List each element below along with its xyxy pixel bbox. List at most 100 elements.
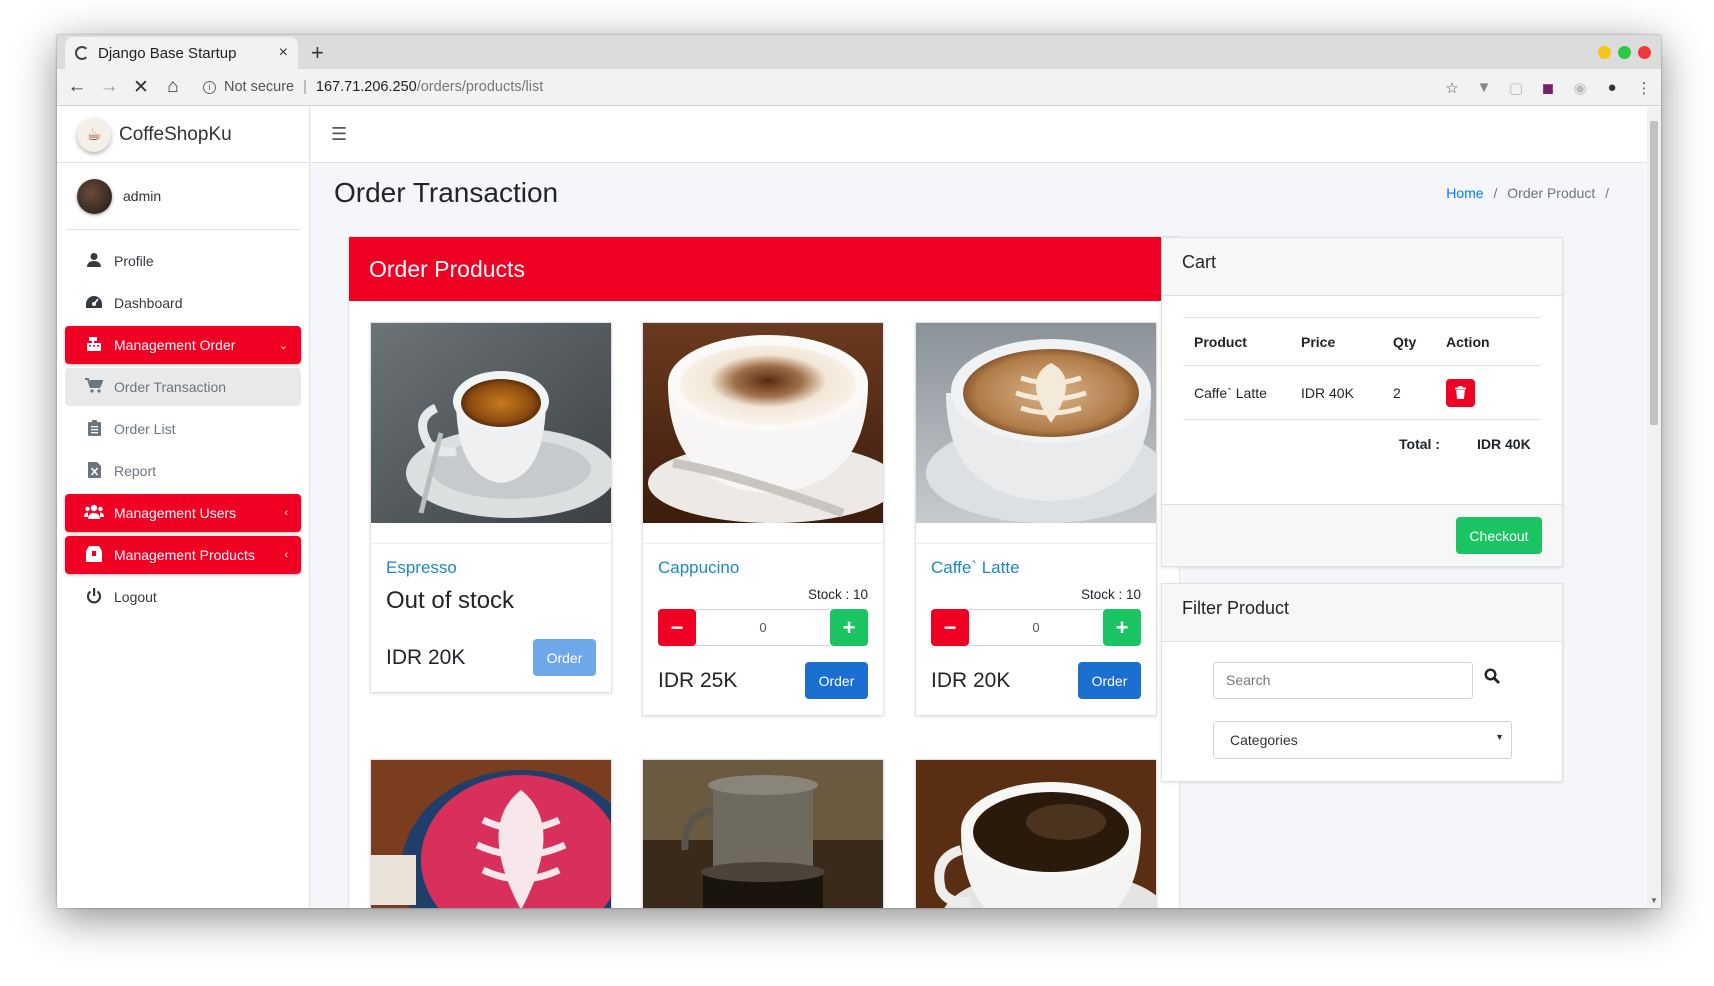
decrement-button[interactable]: − bbox=[658, 609, 696, 646]
sidebar-item-management-users[interactable]: Management Users ‹ bbox=[65, 494, 301, 532]
quantity-input[interactable]: 0 bbox=[696, 609, 830, 646]
product-name[interactable]: Cappucino bbox=[658, 558, 868, 578]
trash-icon bbox=[1455, 386, 1466, 399]
categories-select[interactable]: Categories ▼ bbox=[1213, 721, 1512, 759]
breadcrumb-home-link[interactable]: Home bbox=[1446, 185, 1483, 201]
browser-toolbar: ← → ✕ ⌂ i Not secure | 167.71.206.250 /o… bbox=[57, 69, 1661, 106]
cart-icon bbox=[83, 378, 105, 396]
cart-action-cell bbox=[1444, 378, 1541, 407]
maximize-button[interactable] bbox=[1618, 46, 1631, 59]
app-page: ☕ CoffeShopKu admin Profile Dashboard Ma… bbox=[57, 107, 1661, 908]
forward-arrow-icon[interactable]: → bbox=[93, 76, 125, 98]
order-button[interactable]: Order bbox=[805, 662, 868, 699]
users-icon bbox=[83, 504, 105, 522]
main-content: ☰ Order Transaction Home / Order Product… bbox=[311, 107, 1661, 908]
file-excel-icon bbox=[83, 461, 105, 481]
sidebar-item-logout[interactable]: Logout bbox=[65, 578, 301, 616]
increment-button[interactable]: + bbox=[1103, 609, 1141, 646]
product-card-caffe-latte: Caffe` Latte Stock : 10 − 0 + IDR 20K Or… bbox=[915, 322, 1157, 716]
sidebar-item-label: Dashboard bbox=[114, 295, 183, 311]
table-row: Caffe` Latte IDR 40K 2 bbox=[1183, 365, 1541, 419]
product-card-cappucino: Cappucino Stock : 10 − 0 + IDR 25K Order bbox=[642, 322, 884, 716]
increment-button[interactable]: + bbox=[830, 609, 868, 646]
search-icon[interactable] bbox=[1484, 668, 1506, 690]
sidebar-item-report[interactable]: Report bbox=[65, 452, 301, 490]
order-products-card: Order Products Espresso Out of stock IDR… bbox=[349, 237, 1179, 908]
sidebar-item-management-order[interactable]: Management Order ⌄ bbox=[65, 326, 301, 364]
decrement-button[interactable]: − bbox=[931, 609, 969, 646]
vue-devtools-icon[interactable]: ▼ bbox=[1475, 79, 1493, 96]
browser-tab[interactable]: Django Base Startup × bbox=[65, 37, 298, 69]
filter-product-card: Filter Product Search Categories ▼ bbox=[1161, 583, 1563, 782]
quantity-stepper: − 0 + bbox=[931, 609, 1141, 646]
column-header: Price bbox=[1301, 333, 1336, 350]
sidebar-item-dashboard[interactable]: Dashboard bbox=[65, 284, 301, 322]
product-card bbox=[642, 759, 884, 908]
address-bar[interactable]: i Not secure | 167.71.206.250 /orders/pr… bbox=[203, 79, 543, 95]
breadcrumb-separator: / bbox=[1605, 185, 1609, 201]
close-tab-icon[interactable]: × bbox=[279, 44, 288, 62]
total-value: IDR 40K bbox=[1477, 436, 1531, 452]
quantity-input[interactable]: 0 bbox=[969, 609, 1103, 646]
sidebar-item-profile[interactable]: Profile bbox=[65, 242, 301, 280]
loading-spinner-icon bbox=[75, 46, 89, 60]
product-card bbox=[370, 759, 612, 908]
order-button[interactable]: Order bbox=[533, 639, 596, 676]
cart-footer: Checkout bbox=[1162, 504, 1562, 566]
menu-toggle-icon[interactable]: ☰ bbox=[331, 124, 347, 145]
cappucino-image bbox=[643, 323, 883, 523]
tab-strip: Django Base Startup × + bbox=[57, 35, 1661, 69]
user-panel[interactable]: admin bbox=[66, 163, 300, 230]
sidebar-item-management-products[interactable]: Management Products ‹ bbox=[65, 536, 301, 574]
extension-purple-icon[interactable]: ◼ bbox=[1539, 79, 1557, 97]
brand-link[interactable]: ☕ CoffeShopKu bbox=[57, 107, 309, 163]
categories-selected-value: Categories bbox=[1230, 732, 1298, 748]
product-price: IDR 20K bbox=[931, 668, 1011, 692]
search-input[interactable]: Search bbox=[1213, 662, 1473, 699]
profile-icon[interactable]: ● bbox=[1603, 79, 1621, 96]
checkout-button[interactable]: Checkout bbox=[1456, 517, 1542, 554]
order-products-heading: Order Products bbox=[349, 237, 1179, 301]
out-of-stock-label: Out of stock bbox=[386, 587, 515, 614]
top-navbar: ☰ bbox=[311, 107, 1661, 163]
sidebar-item-label: Logout bbox=[114, 589, 157, 605]
user-icon bbox=[83, 252, 105, 271]
cart-table-header: Product Price Qty Action bbox=[1183, 317, 1541, 365]
extension-placeholder-icon[interactable]: ▢ bbox=[1507, 79, 1525, 97]
sidebar: ☕ CoffeShopKu admin Profile Dashboard Ma… bbox=[57, 107, 310, 908]
delete-item-button[interactable] bbox=[1446, 378, 1475, 407]
order-button[interactable]: Order bbox=[1078, 662, 1141, 699]
power-icon bbox=[83, 587, 105, 607]
close-window-button[interactable] bbox=[1638, 46, 1651, 59]
home-icon[interactable]: ⌂ bbox=[157, 76, 189, 98]
address-separator: | bbox=[303, 79, 307, 95]
extension-gray-icon[interactable]: ◉ bbox=[1571, 79, 1589, 97]
sidebar-item-label: Report bbox=[114, 463, 157, 479]
scroll-down-arrow-icon[interactable]: ▼ bbox=[1650, 896, 1658, 905]
sidebar-item-label: Order List bbox=[114, 421, 176, 437]
product-name[interactable]: Caffe` Latte bbox=[931, 558, 1141, 578]
minimize-button[interactable] bbox=[1598, 46, 1611, 59]
cart-product-qty: 2 bbox=[1393, 384, 1401, 401]
product-body: Cappucino Stock : 10 − 0 + IDR 25K Order bbox=[643, 543, 883, 715]
new-tab-button[interactable]: + bbox=[311, 40, 324, 66]
sidebar-item-label: Profile bbox=[114, 253, 154, 269]
breadcrumb-current: Order Product bbox=[1507, 185, 1596, 201]
coffee-cup-icon: ☕ bbox=[77, 117, 111, 152]
window-controls bbox=[1598, 46, 1651, 59]
product-name[interactable]: Espresso bbox=[386, 558, 596, 578]
stop-loading-icon[interactable]: ✕ bbox=[125, 76, 157, 99]
browser-menu-icon[interactable]: ⋮ bbox=[1635, 79, 1653, 97]
sidebar-item-label: Management Order bbox=[114, 337, 236, 353]
back-arrow-icon[interactable]: ← bbox=[61, 76, 93, 98]
chevron-down-icon: ⌄ bbox=[278, 339, 288, 352]
cart-total-row: Total : IDR 40K bbox=[1183, 419, 1541, 467]
sidebar-item-order-list[interactable]: Order List bbox=[65, 410, 301, 448]
info-icon[interactable]: i bbox=[203, 80, 216, 94]
page-scrollbar[interactable]: ▼ bbox=[1647, 107, 1661, 908]
dashboard-icon bbox=[83, 295, 105, 312]
scrollbar-thumb[interactable] bbox=[1650, 121, 1658, 425]
sidebar-item-order-transaction[interactable]: Order Transaction bbox=[65, 368, 301, 406]
security-label: Not secure bbox=[224, 79, 295, 95]
bookmark-star-icon[interactable]: ☆ bbox=[1443, 79, 1461, 97]
